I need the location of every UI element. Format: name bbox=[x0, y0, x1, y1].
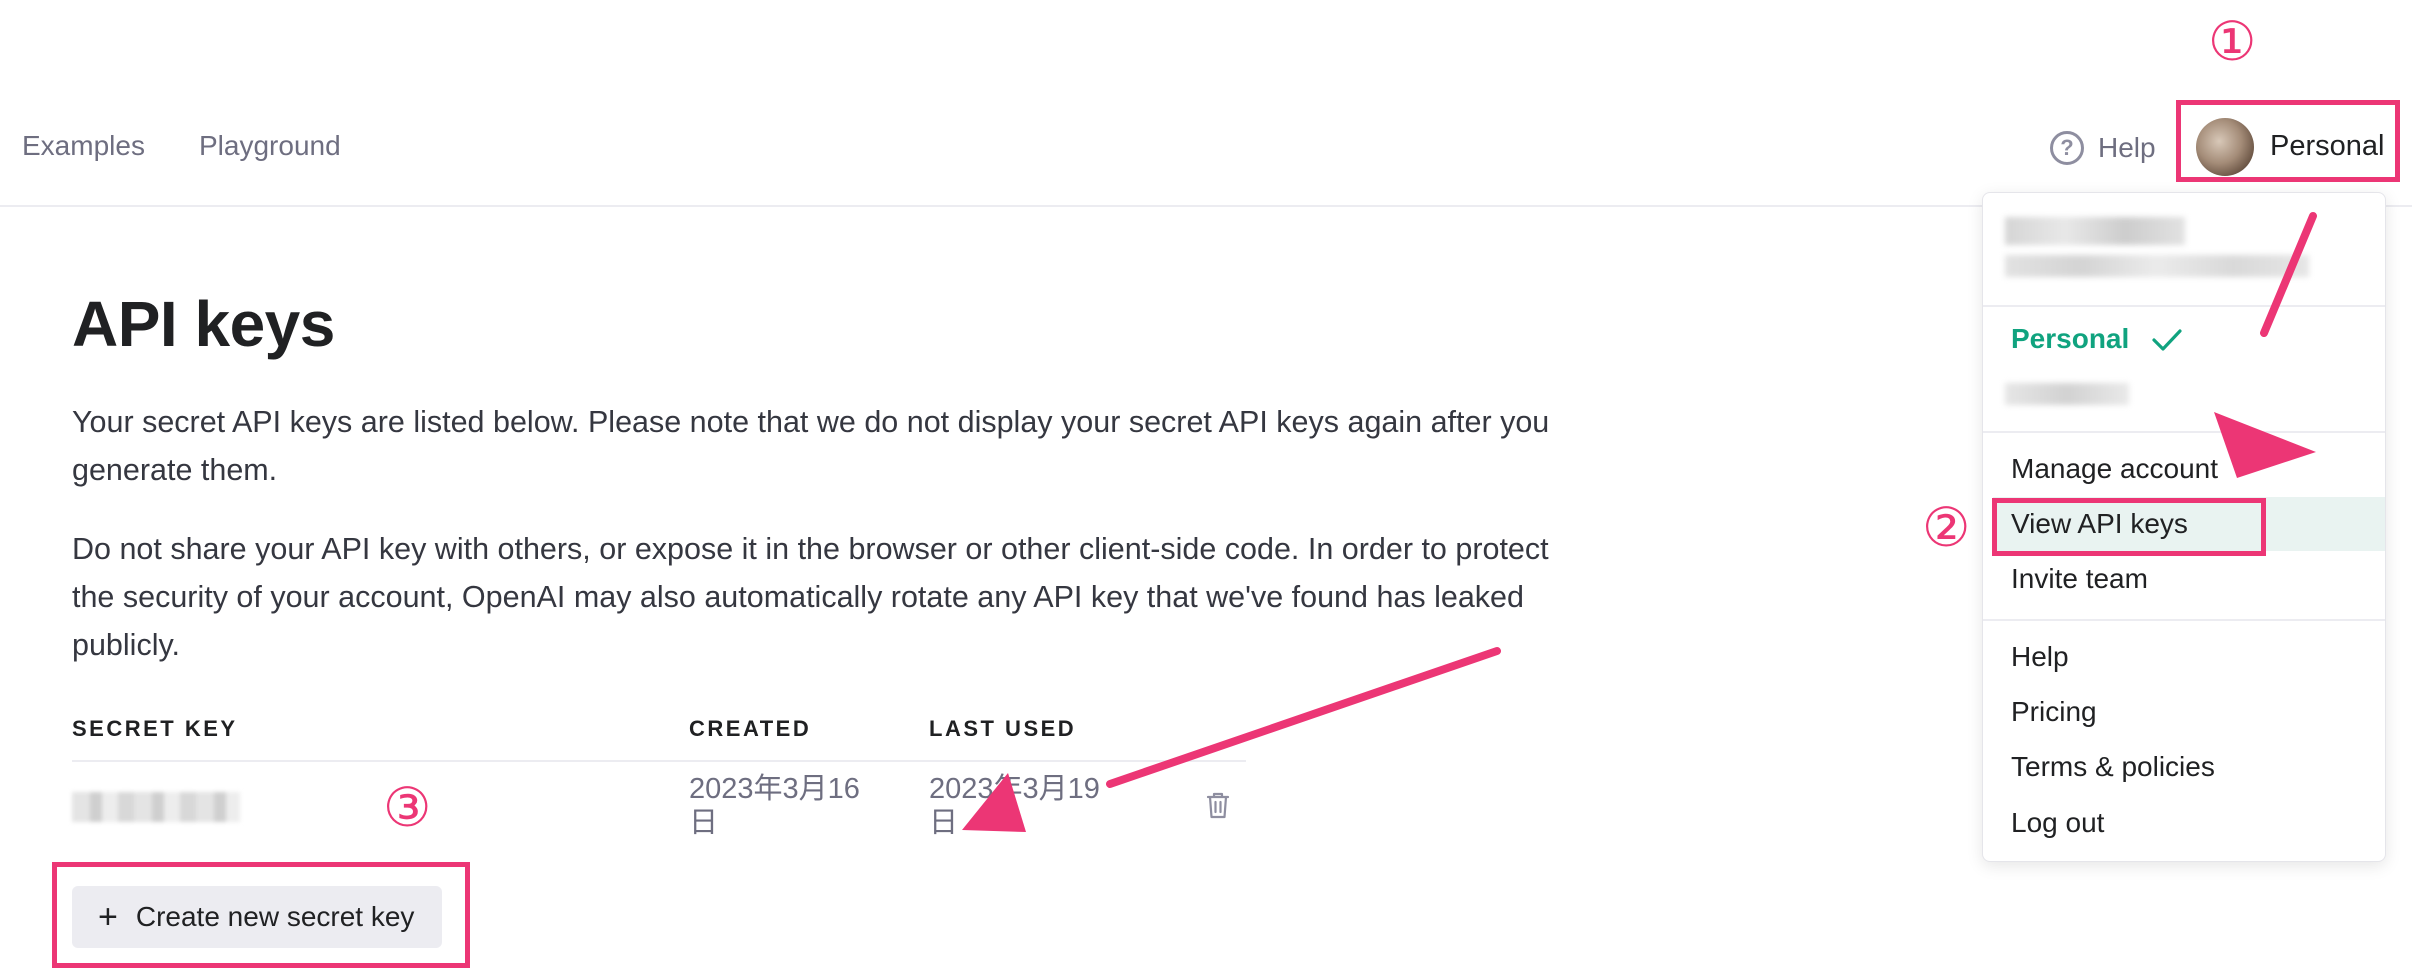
annotation-arrow-head bbox=[962, 773, 1026, 832]
annotation-arrow-shaft bbox=[1106, 647, 1501, 788]
annotation-arrow-shaft bbox=[2260, 212, 2317, 337]
annotation-arrows bbox=[962, 212, 2317, 832]
annotation-arrow-head bbox=[2214, 412, 2316, 478]
